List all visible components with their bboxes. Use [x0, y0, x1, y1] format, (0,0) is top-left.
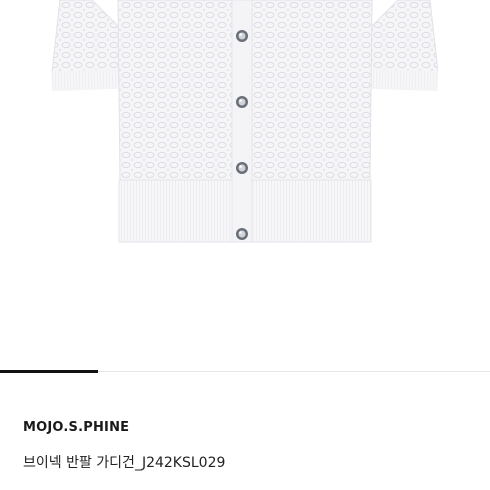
product-photo[interactable]	[0, 0, 490, 300]
cardigan-button	[236, 228, 248, 240]
cardigan-button	[236, 30, 248, 42]
product-detail-page: MOJO.S.PHINE 브이넥 반팔 가디건_J242KSL029	[0, 0, 490, 490]
carousel-progress-indicator	[0, 370, 98, 373]
product-title: 브이넥 반팔 가디건_J242KSL029	[23, 455, 226, 471]
left-sleeve-cuff	[51, 68, 121, 92]
cardigan-button	[236, 96, 248, 108]
cardigan-button	[236, 162, 248, 174]
right-sleeve-cuff	[369, 68, 439, 92]
brand-name[interactable]: MOJO.S.PHINE	[23, 420, 129, 435]
